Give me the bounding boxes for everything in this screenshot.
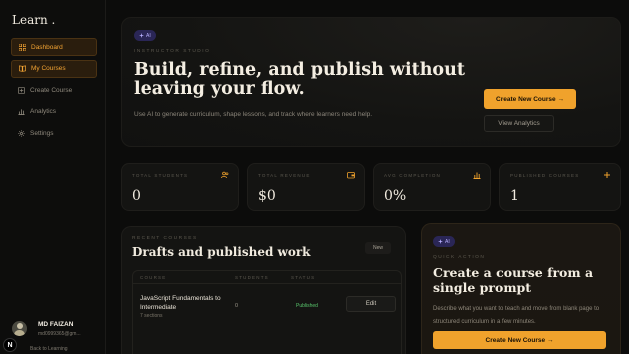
ai-badge: AI — [134, 30, 156, 41]
recent-eyebrow: RECENT COURSES — [132, 236, 198, 241]
quick-description: Describe what you want to teach and move… — [433, 306, 600, 325]
quick-title: Create a course from a single prompt — [433, 265, 594, 295]
stat-card-total-students: TOTAL STUDENTS 0 — [121, 163, 239, 211]
recent-title: Drafts and published work — [132, 245, 311, 259]
user-email: md0999365@gm... — [38, 331, 81, 337]
sidebar: Learn . Dashboard My Courses Create Cour… — [0, 0, 106, 354]
stat-value: $0 — [258, 188, 276, 204]
edit-course-button[interactable]: Edit — [346, 296, 396, 312]
hero-title: Build, refine, and publish without leavi… — [134, 60, 465, 99]
stat-label: TOTAL STUDENTS — [132, 173, 189, 178]
table-header: COURSE STUDENTS STATUS — [133, 271, 401, 284]
stat-value: 1 — [510, 188, 519, 204]
plus-icon — [604, 172, 610, 178]
sparkle-icon — [438, 239, 443, 244]
new-course-button[interactable]: New — [365, 242, 391, 254]
back-to-learning-link[interactable]: Back to Learning — [30, 346, 68, 352]
avatar — [12, 321, 27, 336]
course-title[interactable]: JavaScript Fundamentals to Intermediate — [140, 294, 232, 312]
stat-label: PUBLISHED COURSES — [510, 173, 580, 178]
sidebar-item-create-course[interactable]: Create Course — [11, 81, 97, 99]
sidebar-item-label: Create Course — [30, 86, 73, 94]
course-sections: 7 sections — [140, 313, 163, 319]
quick-action-card: AI QUICK ACTION Create a course from a s… — [421, 223, 621, 354]
sidebar-item-my-courses[interactable]: My Courses — [11, 59, 97, 78]
wallet-icon — [347, 172, 355, 179]
brand-logo[interactable]: Learn . — [12, 13, 55, 27]
view-analytics-button[interactable]: View Analytics — [484, 115, 554, 132]
sidebar-item-settings[interactable]: Settings — [11, 124, 97, 142]
course-students: 0 — [235, 303, 239, 309]
user-name: MD FAIZAN — [38, 321, 74, 328]
column-header-students: STUDENTS — [235, 275, 269, 280]
courses-table: COURSE STUDENTS STATUS JavaScript Fundam… — [132, 270, 402, 354]
status-badge: Published — [296, 303, 318, 309]
main-content: AI INSTRUCTOR STUDIO Build, refine, and … — [106, 0, 629, 354]
hero-subtitle: Use AI to generate curriculum, shape les… — [134, 111, 373, 118]
stat-card-total-revenue: TOTAL REVENUE $0 — [247, 163, 365, 211]
grid-icon — [18, 43, 26, 51]
stat-card-avg-completion: AVG COMPLETION 0% — [373, 163, 491, 211]
sidebar-nav: Dashboard My Courses Create Course Analy… — [11, 38, 97, 146]
sidebar-item-label: Settings — [30, 129, 54, 137]
plus-square-icon — [17, 86, 25, 94]
stat-card-published-courses: PUBLISHED COURSES 1 — [499, 163, 621, 211]
stat-value: 0 — [132, 188, 141, 204]
users-icon — [221, 171, 229, 179]
stat-value: 0% — [384, 188, 407, 204]
sidebar-item-analytics[interactable]: Analytics — [11, 103, 97, 121]
ai-badge: AI — [433, 236, 455, 247]
stat-label: AVG COMPLETION — [384, 173, 441, 178]
recent-courses-card: RECENT COURSES Drafts and published work… — [121, 226, 406, 354]
quick-create-course-button[interactable]: Create New Course → — [433, 331, 606, 349]
sidebar-item-dashboard[interactable]: Dashboard — [11, 38, 97, 56]
column-header-course: COURSE — [140, 275, 167, 280]
gear-icon — [17, 129, 25, 137]
bar-chart-icon — [17, 108, 25, 116]
sidebar-item-label: My Courses — [31, 65, 66, 72]
bar-chart-icon — [473, 172, 481, 179]
column-header-status: STATUS — [291, 275, 316, 280]
hero-eyebrow: INSTRUCTOR STUDIO — [134, 49, 211, 54]
create-new-course-button[interactable]: Create New Course → — [484, 89, 576, 109]
sidebar-item-label: Analytics — [30, 108, 57, 115]
book-icon — [18, 65, 26, 73]
sidebar-item-label: Dashboard — [31, 43, 63, 51]
hero-card: AI INSTRUCTOR STUDIO Build, refine, and … — [121, 17, 621, 147]
sparkle-icon — [139, 33, 144, 38]
quick-eyebrow: QUICK ACTION — [433, 255, 486, 260]
stat-label: TOTAL REVENUE — [258, 173, 311, 178]
n-badge-icon[interactable]: N — [3, 338, 17, 352]
